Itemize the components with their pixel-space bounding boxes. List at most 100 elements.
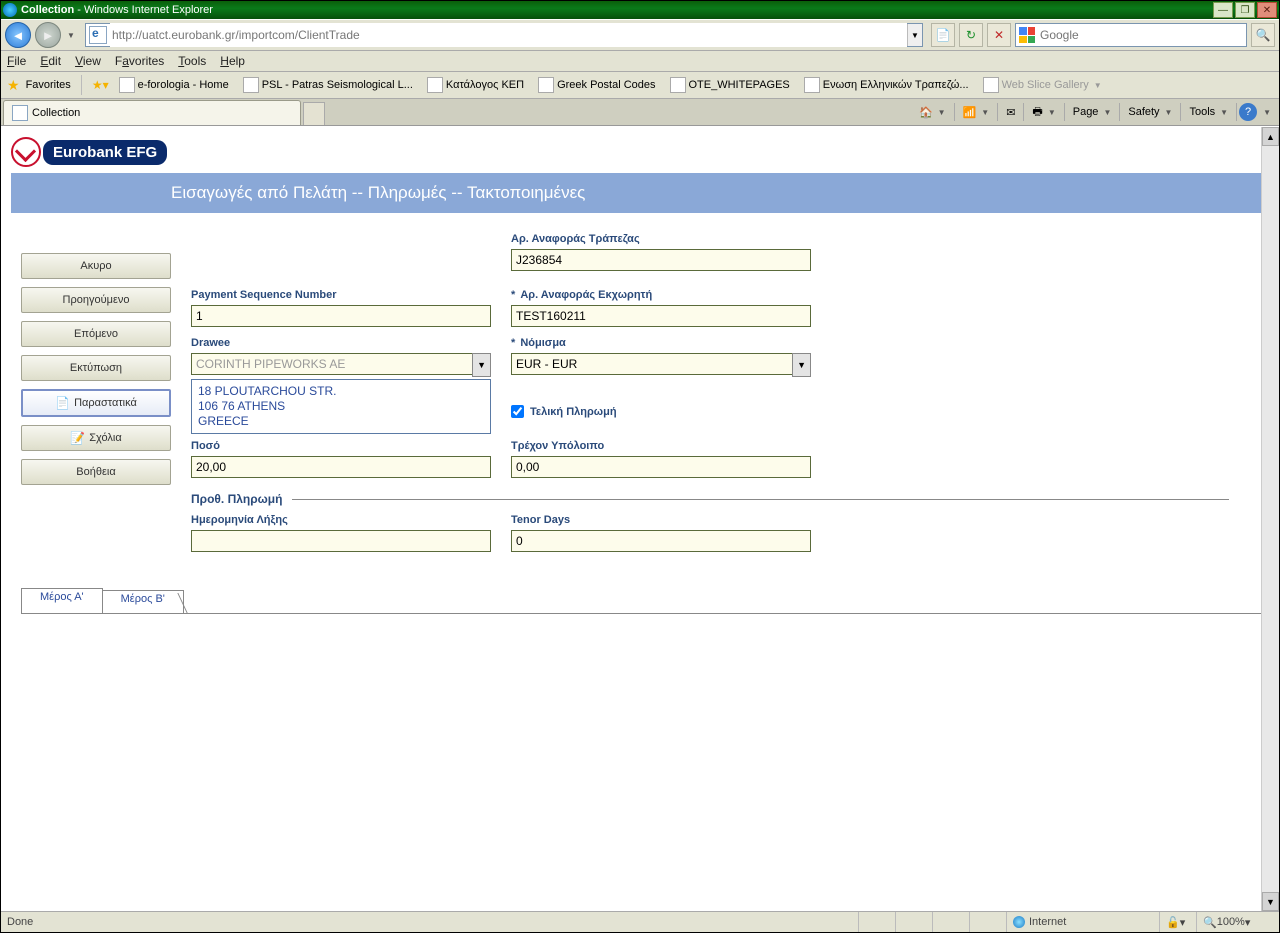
window-title: Collection - Windows Internet Explorer (21, 4, 1213, 16)
seq-input[interactable] (191, 305, 491, 327)
browser-navbar: ◄ ► ▼ ▼ 📄 ↻ ✕ 🔍 (1, 19, 1279, 51)
search-box[interactable] (1015, 23, 1247, 47)
amount-input[interactable] (191, 456, 491, 478)
feeds-button[interactable]: 📶▼ (957, 102, 996, 122)
final-payment-checkbox[interactable] (511, 405, 524, 418)
fav-item[interactable]: PSL - Patras Seismological L... (239, 75, 417, 95)
page-icon (243, 77, 259, 93)
tools-menu[interactable]: Tools▼ (1183, 102, 1234, 122)
page-icon (427, 77, 443, 93)
documents-button[interactable]: 📄Παραστατικά (21, 389, 171, 417)
restore-button[interactable]: ❐ (1235, 2, 1255, 18)
tab-part-b[interactable]: Μέρος Β' (102, 590, 184, 613)
currency-label: * Νόμισμα (511, 337, 811, 349)
fav-item[interactable]: e-forologia - Home (115, 75, 233, 95)
print-button[interactable]: 🖶▼ (1026, 102, 1061, 122)
bank-ref-input[interactable] (511, 249, 811, 271)
browser-tabbar: Collection 🏠▼ 📶▼ ✉ 🖶▼ Page▼ Safety▼ Tool… (1, 99, 1279, 126)
favorites-bar: ★ Favorites ★▾ e-forologia - Home PSL - … (1, 72, 1279, 99)
scroll-down-icon[interactable]: ▼ (1262, 892, 1279, 911)
page-content: ▲ ▼ Eurobank EFG Εισαγωγές από Πελάτη --… (1, 126, 1279, 911)
bank-ref-label: Αρ. Αναφοράς Τράπεζας (511, 233, 811, 245)
zoom-level[interactable]: 🔍 100% ▾ (1196, 912, 1279, 932)
assignor-ref-input[interactable] (511, 305, 811, 327)
window-title-app: Collection (21, 4, 74, 16)
menu-edit[interactable]: Edit (40, 54, 61, 68)
final-payment-label: Τελική Πληρωμή (530, 406, 617, 418)
page-icon (538, 77, 554, 93)
assignor-ref-label: * Αρ. Αναφοράς Εκχωρητή (511, 289, 811, 301)
comments-button[interactable]: 📝Σχόλια (21, 425, 171, 451)
forward-button[interactable]: ► (35, 22, 61, 48)
expiry-input[interactable] (191, 530, 491, 552)
action-sidebar: Ακυρο Προηγούμενο Επόμενο Εκτύπωση 📄Παρα… (11, 233, 171, 558)
page-icon (119, 77, 135, 93)
drawee-address: 18 PLOUTARCHOU STR. 106 76 ATHENS GREECE (191, 379, 491, 434)
menu-file[interactable]: File (7, 54, 26, 68)
refresh-button[interactable]: ↻ (959, 23, 983, 47)
fav-item[interactable]: Greek Postal Codes (534, 75, 659, 95)
fav-item[interactable]: Web Slice Gallery▼ (979, 75, 1106, 95)
currency-dropdown-icon[interactable]: ▼ (792, 353, 811, 377)
help-button[interactable]: Βοήθεια (21, 459, 171, 485)
address-bar[interactable]: ▼ (85, 23, 923, 47)
fav-item[interactable]: OTE_WHITEPAGES (666, 75, 794, 95)
fav-item[interactable]: Ενωση Ελληνικών Τραπεζώ... (800, 75, 973, 95)
scroll-up-icon[interactable]: ▲ (1262, 127, 1279, 146)
favorites-star-icon[interactable]: ★ (7, 77, 20, 94)
page-icon (89, 26, 107, 44)
menu-tools[interactable]: Tools (178, 54, 206, 68)
page-menu[interactable]: Page▼ (1067, 102, 1118, 122)
search-input[interactable] (1038, 27, 1246, 43)
help-button[interactable]: ? (1239, 103, 1257, 121)
help-dropdown[interactable]: ▼ (1263, 108, 1271, 117)
documents-icon: 📄 (55, 396, 70, 410)
protected-mode-icon[interactable]: 🔓▾ (1159, 912, 1196, 932)
logo-mark-icon (11, 137, 41, 167)
page-icon (983, 77, 999, 93)
currency-select[interactable] (511, 353, 792, 375)
compat-view-button[interactable]: 📄 (931, 23, 955, 47)
new-tab-button[interactable] (303, 102, 325, 125)
menu-bar: File Edit View Favorites Tools Help (1, 51, 1279, 72)
vertical-scrollbar[interactable]: ▲ ▼ (1261, 127, 1279, 911)
ie-icon (3, 3, 17, 17)
stop-button[interactable]: ✕ (987, 23, 1011, 47)
drawee-select[interactable] (191, 353, 472, 375)
nav-history-dropdown[interactable]: ▼ (65, 31, 77, 40)
menu-help[interactable]: Help (220, 54, 245, 68)
print-button[interactable]: Εκτύπωση (21, 355, 171, 381)
balance-input[interactable] (511, 456, 811, 478)
home-button[interactable]: 🏠▼ (913, 102, 952, 122)
search-button[interactable]: 🔍 (1251, 23, 1275, 47)
cancel-button[interactable]: Ακυρο (21, 253, 171, 279)
tab-part-a[interactable]: Μέρος Α' (21, 588, 103, 613)
eurobank-logo: Eurobank EFG (11, 137, 167, 167)
globe-icon (1013, 916, 1025, 928)
url-dropdown[interactable]: ▼ (907, 24, 922, 46)
tenor-input[interactable] (511, 530, 811, 552)
readmail-button[interactable]: ✉ (1000, 102, 1021, 122)
menu-view[interactable]: View (75, 54, 101, 68)
form-tabs: Μέρος Α' Μέρος Β' (21, 588, 1269, 614)
safety-menu[interactable]: Safety▼ (1122, 102, 1178, 122)
page-icon (670, 77, 686, 93)
amount-label: Ποσό (191, 440, 491, 452)
zone-label: Internet (1029, 916, 1066, 928)
minimize-button[interactable]: — (1213, 2, 1233, 18)
google-icon (1019, 27, 1035, 43)
add-favorite-icon[interactable]: ★▾ (92, 78, 109, 92)
previous-button[interactable]: Προηγούμενο (21, 287, 171, 313)
section-header: Προθ. Πληρωμή (191, 492, 1229, 506)
back-button[interactable]: ◄ (5, 22, 31, 48)
favorites-label[interactable]: Favorites (26, 79, 71, 91)
menu-favorites[interactable]: Favorites (115, 54, 164, 68)
tenor-label: Tenor Days (511, 514, 811, 526)
next-button[interactable]: Επόμενο (21, 321, 171, 347)
close-button[interactable]: ✕ (1257, 2, 1277, 18)
drawee-dropdown-icon[interactable]: ▼ (472, 353, 491, 377)
fav-item[interactable]: Κατάλογος ΚΕΠ (423, 75, 528, 95)
security-zone[interactable]: Internet (1006, 912, 1159, 932)
browser-tab[interactable]: Collection (3, 100, 301, 125)
url-input[interactable] (110, 23, 907, 47)
